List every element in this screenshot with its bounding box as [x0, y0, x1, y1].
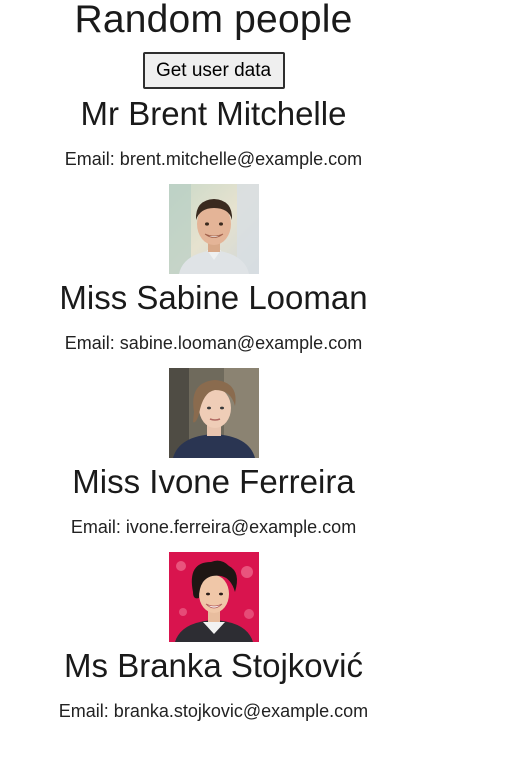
user-name: Mr Brent Mitchelle [80, 95, 347, 132]
page: Random people Get user data Mr Brent Mit… [0, 0, 427, 722]
user-email: Email: sabine.looman@example.com [64, 333, 363, 353]
user-card: Miss Sabine Looman Email: sabine.looman@… [0, 274, 427, 458]
user-photo [168, 552, 259, 642]
get-user-data-button[interactable]: Get user data [142, 52, 285, 89]
page-title: Random people [74, 0, 353, 41]
user-card: Miss Ivone Ferreira Email: ivone.ferreir… [0, 458, 427, 642]
button-row: Get user data [0, 52, 427, 90]
user-photo [168, 368, 259, 458]
user-name: Miss Sabine Looman [59, 279, 368, 316]
user-card: Mr Brent Mitchelle Email: brent.mitchell… [0, 90, 427, 274]
user-photo [168, 184, 259, 274]
user-card: Ms Branka Stojković Email: branka.stojko… [0, 642, 427, 722]
user-email: Email: brent.mitchelle@example.com [64, 149, 363, 169]
user-name: Miss Ivone Ferreira [72, 463, 355, 500]
user-name: Ms Branka Stojković [64, 647, 363, 684]
user-email: Email: ivone.ferreira@example.com [70, 517, 357, 537]
user-email: Email: branka.stojkovic@example.com [58, 701, 369, 721]
